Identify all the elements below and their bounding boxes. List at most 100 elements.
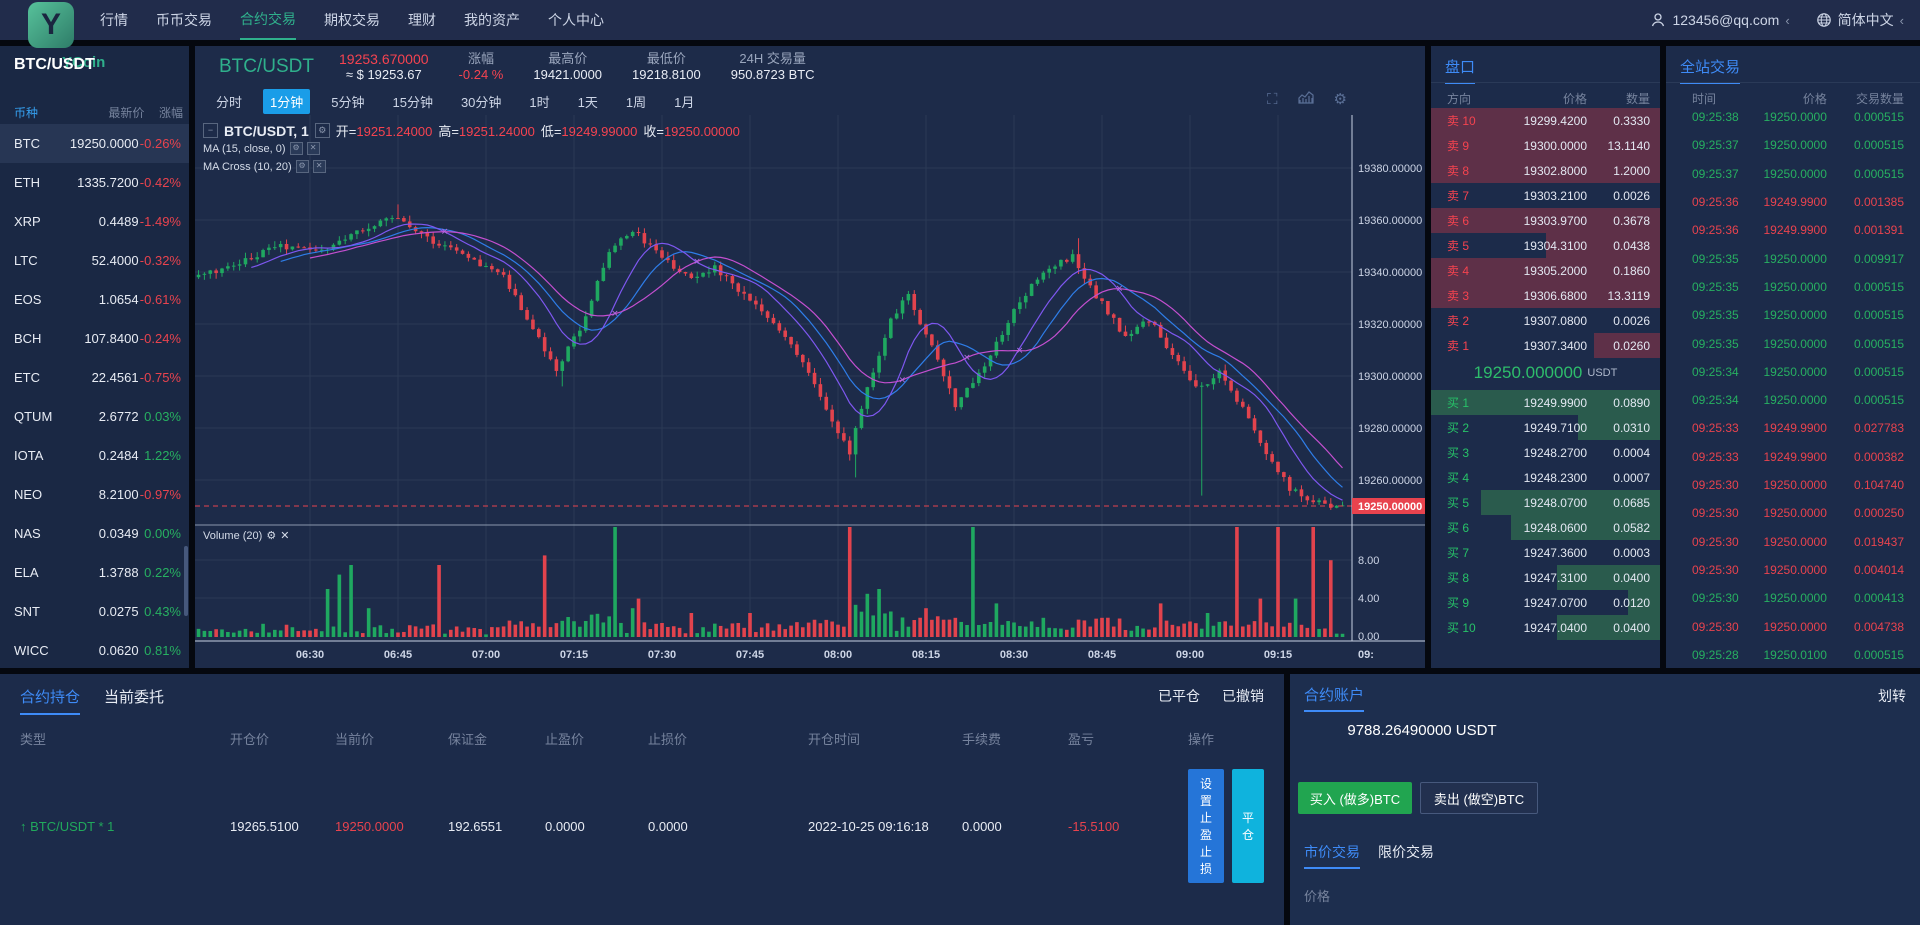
orderbook-row[interactable]: 买 419248.23000.0007 xyxy=(1431,465,1660,490)
volume-settings-icon[interactable]: ⚙ xyxy=(266,529,276,542)
sell-short-button[interactable]: 卖出 (做空)BTC xyxy=(1420,782,1538,814)
coin-row-XRP[interactable]: XRP0.4489-1.49% xyxy=(0,202,189,241)
orderbook-row[interactable]: 买 719247.36000.0003 xyxy=(1431,540,1660,565)
order-type-tab-1[interactable]: 限价交易 xyxy=(1378,842,1434,869)
trade-price: 19250.0000 xyxy=(1759,393,1826,407)
trade-price: 19250.0000 xyxy=(1759,506,1826,520)
nav-item-6[interactable]: 个人中心 xyxy=(548,0,604,40)
coin-symbol: LTC xyxy=(0,253,69,268)
ma-cross-indicator-label: MA Cross (10, 20) ⚙ ✕ xyxy=(203,160,326,173)
coin-row-EOS[interactable]: EOS1.0654-0.61% xyxy=(0,280,189,319)
trade-time: 09:25:33 xyxy=(1666,421,1759,435)
transfer-link[interactable]: 划转 xyxy=(1878,686,1906,706)
coin-row-BTC[interactable]: BTC19250.0000-0.26% xyxy=(0,124,189,163)
orderbook-row[interactable]: 买 1019247.04000.0400 xyxy=(1431,615,1660,640)
coin-row-WICC[interactable]: WICC0.06200.81% xyxy=(0,631,189,670)
ma-close-icon[interactable]: ✕ xyxy=(307,142,320,155)
orderbook-row[interactable]: 买 219249.71000.0310 xyxy=(1431,415,1660,440)
timeframe-30分钟[interactable]: 30分钟 xyxy=(454,89,508,114)
coin-list-scrollbar[interactable] xyxy=(184,546,188,616)
orderbook-row[interactable]: 卖 1019299.42000.3330 xyxy=(1431,108,1660,133)
nav-item-2[interactable]: 合约交易 xyxy=(240,0,296,40)
orderbook-row[interactable]: 买 519248.07000.0685 xyxy=(1431,490,1660,515)
orderbook-row[interactable]: 卖 219307.08000.0026 xyxy=(1431,308,1660,333)
timeframe-分时[interactable]: 分时 xyxy=(209,89,249,114)
coin-change: -1.49% xyxy=(139,214,189,229)
ob-direction: 卖 3 xyxy=(1431,287,1507,304)
order-type-tab-0[interactable]: 市价交易 xyxy=(1304,842,1360,869)
trade-row: 09:25:3619249.99000.001391 xyxy=(1666,223,1920,237)
orderbook-row[interactable]: 卖 819302.80001.2000 xyxy=(1431,158,1660,183)
position-type: ↑ BTC/USDT * 1 xyxy=(20,819,230,834)
timeframe-1时[interactable]: 1时 xyxy=(522,89,556,114)
svg-text:4.00: 4.00 xyxy=(1358,593,1379,605)
coin-row-ETH[interactable]: ETH1335.7200-0.42% xyxy=(0,163,189,202)
orderbook-row[interactable]: 买 319248.27000.0004 xyxy=(1431,440,1660,465)
ma-settings-icon[interactable]: ⚙ xyxy=(290,142,303,155)
orderbook-bids: 买 119249.99000.0890买 219249.71000.0310买 … xyxy=(1431,390,1660,640)
orderbook-row[interactable]: 买 819247.31000.0400 xyxy=(1431,565,1660,590)
orderbook-row[interactable]: 卖 119307.34000.0260 xyxy=(1431,333,1660,358)
positions-tab-0[interactable]: 合约持仓 xyxy=(20,686,80,715)
collapse-icon[interactable]: − xyxy=(203,123,218,138)
coin-row-NEO[interactable]: NEO8.2100-0.97% xyxy=(0,475,189,514)
orderbook-row[interactable]: 卖 519304.31000.0438 xyxy=(1431,233,1660,258)
ob-quantity: 0.0400 xyxy=(1590,571,1660,585)
coin-row-IOTA[interactable]: IOTA0.24841.22% xyxy=(0,436,189,475)
legend-gear-icon[interactable]: ⚙ xyxy=(315,123,330,138)
timeframe-15分钟[interactable]: 15分钟 xyxy=(385,89,439,114)
timeframe-1周[interactable]: 1周 xyxy=(619,89,653,114)
coin-row-ETC[interactable]: ETC22.4561-0.75% xyxy=(0,358,189,397)
pos-col-3: 保证金 xyxy=(448,729,545,748)
user-menu[interactable]: 123456@qq.com ‹ xyxy=(1650,12,1789,28)
coin-row-ELA[interactable]: ELA1.37880.22% xyxy=(0,553,189,592)
ob-price: 19247.3100 xyxy=(1507,571,1587,585)
positions-action-0[interactable]: 已平仓 xyxy=(1158,686,1200,706)
orderbook-row[interactable]: 卖 919300.000013.1140 xyxy=(1431,133,1660,158)
trade-qty: 0.001385 xyxy=(1827,195,1920,209)
coin-row-SNT[interactable]: SNT0.02750.43% xyxy=(0,592,189,631)
orderbook-row[interactable]: 卖 719303.21000.0026 xyxy=(1431,183,1660,208)
orderbook-row[interactable]: 买 119249.99000.0890 xyxy=(1431,390,1660,415)
close-position-button[interactable]: 平仓 xyxy=(1232,769,1264,883)
svg-text:19360.00000: 19360.00000 xyxy=(1358,215,1422,227)
fullscreen-icon[interactable]: ⛶ xyxy=(1267,91,1278,108)
trade-qty: 0.000413 xyxy=(1827,591,1920,605)
volume-close-icon[interactable]: ✕ xyxy=(280,529,289,542)
trade-qty: 0.027783 xyxy=(1827,421,1920,435)
timeframe-5分钟[interactable]: 5分钟 xyxy=(324,89,371,114)
language-menu[interactable]: 简体中文 ‹ xyxy=(1816,10,1904,30)
candlestick-chart[interactable]: ✕✕✕✕✕✕✕19380.0000019360.0000019340.00000… xyxy=(195,115,1425,668)
ob-price: 19305.2000 xyxy=(1507,264,1587,278)
nav-item-0[interactable]: 行情 xyxy=(100,0,128,40)
buy-long-button[interactable]: 买入 (做多)BTC xyxy=(1298,782,1412,814)
ma-cross-close-icon[interactable]: ✕ xyxy=(313,160,326,173)
ma-cross-settings-icon[interactable]: ⚙ xyxy=(296,160,309,173)
nav-item-3[interactable]: 期权交易 xyxy=(324,0,380,40)
orderbook-row[interactable]: 卖 419305.20000.1860 xyxy=(1431,258,1660,283)
orderbook-row[interactable]: 卖 619303.97000.3678 xyxy=(1431,208,1660,233)
timeframe-1分钟[interactable]: 1分钟 xyxy=(263,89,310,114)
nav-item-5[interactable]: 我的资产 xyxy=(464,0,520,40)
set-tp-sl-button[interactable]: 设置止盈止损 xyxy=(1188,769,1224,883)
positions-action-1[interactable]: 已撤销 xyxy=(1222,686,1264,706)
orderbook-row[interactable]: 卖 319306.680013.3119 xyxy=(1431,283,1660,308)
timeframe-1天[interactable]: 1天 xyxy=(571,89,605,114)
coin-row-LTC[interactable]: LTC52.4000-0.32% xyxy=(0,241,189,280)
timeframe-1月[interactable]: 1月 xyxy=(667,89,701,114)
indicator-icon[interactable] xyxy=(1298,90,1314,108)
orderbook-row[interactable]: 买 919247.07000.0120 xyxy=(1431,590,1660,615)
nav-item-4[interactable]: 理财 xyxy=(408,0,436,40)
brand-logo[interactable]: Y xyxy=(28,2,74,48)
nav-item-1[interactable]: 币币交易 xyxy=(156,0,212,40)
coin-row-BCH[interactable]: BCH107.8400-0.24% xyxy=(0,319,189,358)
positions-tab-1[interactable]: 当前委托 xyxy=(104,686,164,715)
trade-row: 09:25:3019250.00000.004014 xyxy=(1666,563,1920,577)
trade-time: 09:25:30 xyxy=(1666,506,1759,520)
ob-price: 19299.4200 xyxy=(1507,114,1587,128)
orderbook-row[interactable]: 买 619248.06000.0582 xyxy=(1431,515,1660,540)
coin-row-QTUM[interactable]: QTUM2.67720.03% xyxy=(0,397,189,436)
trade-price: 19250.0000 xyxy=(1759,563,1826,577)
chart-settings-gear-icon[interactable]: ⚙ xyxy=(1334,90,1347,108)
coin-row-NAS[interactable]: NAS0.03490.00% xyxy=(0,514,189,553)
